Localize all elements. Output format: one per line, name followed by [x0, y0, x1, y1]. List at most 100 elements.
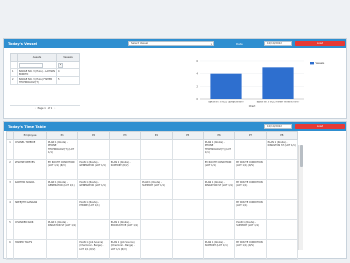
slot-cell[interactable]: PLAN 1 (Route) - PHONE TECHNOLOGY(T) (LO… — [202, 139, 236, 160]
slot-cell[interactable] — [265, 239, 299, 260]
date-label: Date — [236, 41, 243, 46]
table-row[interactable]: 2 BARGE NO. 3 (Hulu) FISHER TECHNOLOGY(T… — [10, 76, 80, 85]
slot-cell[interactable]: BY ROUTE CONDITION (LOT 1/1) — [234, 199, 267, 220]
slot-cell[interactable]: PLAN 1 (Route) - GENERATOR (LOT 1/1) — [45, 179, 79, 200]
vessel-select[interactable]: Select Vessel ▾ — [128, 41, 214, 46]
employee-name: SREEJITH GANGAN — [13, 199, 47, 220]
col-vessels[interactable]: Vessels — [56, 53, 80, 62]
load-button[interactable]: Load — [295, 41, 345, 46]
slot-cell[interactable] — [171, 159, 204, 180]
col-p7[interactable]: P7 — [234, 131, 267, 140]
slot-cell[interactable]: PLAN 1 (Route) - PHONE (LOT 1/1) — [77, 199, 110, 220]
row-number: 5 — [6, 219, 14, 240]
timetable-row[interactable]: 6 HAMED TAUFS PLAN 1 (Job Source) (Chemica… — [6, 239, 299, 260]
x-tick-label: BARGE NO. 3 (Hulu) FISHER TECHNOLOGY(T) — [257, 101, 300, 104]
vessel-panel: Today's Vessel Select Vessel ▾ Date 10/1… — [3, 38, 347, 119]
slot-cell[interactable]: BY ROUTE CONDITION (LOT 1/1) — [202, 159, 236, 180]
slot-cell[interactable] — [140, 199, 173, 220]
col-p8[interactable]: P8 — [265, 131, 299, 140]
slot-cell[interactable]: BY ROUTE CONDITION (LOT 1/1) — [234, 179, 267, 200]
slot-cell[interactable] — [265, 219, 299, 240]
slot-cell[interactable] — [202, 219, 236, 240]
timetable-row[interactable]: 1 CHANEL TIMEDIE PLAN 1 (Route) - PHONE TE… — [6, 139, 299, 160]
y-tick-label: 0 — [196, 97, 198, 101]
vertical-scrollbar[interactable] — [298, 145, 303, 250]
slot-cell[interactable] — [265, 159, 299, 180]
slot-cell[interactable] — [171, 179, 204, 200]
slot-cell[interactable]: PLAN 1 (Route) - GENERATOR (LOT 1/1) — [77, 159, 110, 180]
col-employee[interactable]: Employee — [13, 131, 47, 140]
assets-filter-input[interactable] — [19, 62, 43, 68]
slot-cell[interactable] — [265, 179, 299, 200]
col-num — [10, 53, 18, 62]
slot-cell[interactable]: PLAN 1 (Route) - SUPPORT (LOT 1/1) — [234, 219, 267, 240]
row-number: 2 — [6, 159, 14, 180]
slot-cell[interactable] — [265, 199, 299, 220]
slot-cell[interactable]: PLAN 1 (Route) - KINGSTON ST (LOT 1/1) — [202, 179, 236, 200]
slot-cell[interactable] — [171, 139, 204, 160]
col-p4[interactable]: P4 — [140, 131, 173, 140]
slot-cell[interactable]: PLAN 1 (Job Source) (Chemical - Barge) -… — [108, 239, 142, 260]
col-assets[interactable]: Assets — [17, 53, 57, 62]
slot-cell[interactable]: PLAN 1 (Route) - PRODUCTIVE (LOT 1/1) — [108, 219, 142, 240]
col-p3[interactable]: P3 — [108, 131, 142, 140]
slot-cell[interactable] — [171, 199, 204, 220]
date-value: 10/10/2022 — [267, 125, 282, 128]
col-p5[interactable]: P5 — [171, 131, 204, 140]
filter-row: ▾ — [10, 61, 80, 69]
slot-cell[interactable] — [171, 219, 204, 240]
load-button[interactable]: Load — [295, 124, 345, 129]
slot-cell[interactable]: PLAN 1 (Route) - KINGSTON ST (LOT 1/1) — [45, 219, 79, 240]
vessel-count: 5 — [56, 76, 80, 85]
slot-cell[interactable]: PLAN 1 (Job Source) (Chemical - Barge) -… — [77, 239, 110, 260]
x-tick-label: BARGE NO. 3 (Hulu) LAYMAN BONITO — [208, 101, 244, 104]
col-p1[interactable]: P1 — [45, 131, 79, 140]
date-input[interactable]: 10/10/2022 — [264, 124, 292, 129]
slot-cell[interactable] — [140, 139, 173, 160]
employee-name: ZHAYNE REEVES — [13, 159, 47, 180]
slot-cell[interactable] — [45, 199, 79, 220]
y-tick-label: 6 — [196, 59, 198, 63]
scrollbar-thumb[interactable] — [299, 145, 303, 167]
prev-page-icon[interactable]: ‹ — [35, 107, 36, 110]
slot-cell[interactable] — [140, 159, 173, 180]
row-number: 1 — [6, 139, 14, 160]
timetable-row[interactable]: 3 KARTHIK SOGRA PLAN 1 (Route) - GENERATOR… — [6, 179, 299, 200]
slot-cell[interactable]: BY ROUTE CONDITION (LOT 1/1) (R/V) — [45, 159, 79, 180]
slot-cell[interactable] — [140, 239, 173, 260]
slot-cell[interactable] — [45, 239, 79, 260]
slot-cell[interactable]: BY ROUTE CONDITION (LOT 1/1) (R/V) — [234, 239, 267, 260]
timetable-row[interactable]: 5 CHANDER NAIR PLAN 1 (Route) - KINGSTON S… — [6, 219, 299, 240]
filter-icon[interactable]: ▾ — [58, 62, 63, 68]
slot-cell[interactable] — [234, 139, 267, 160]
slot-cell[interactable] — [140, 219, 173, 240]
slot-cell[interactable] — [77, 219, 110, 240]
slot-cell[interactable]: BY ROUTE CONDITION (LOT 1/1) (R/V) — [234, 159, 267, 180]
slot-cell[interactable]: PLAN 1 (Route) - GENERATOR (LOT 1/1) — [77, 179, 110, 200]
slot-cell[interactable]: PLAN 1 (Route) - PHONE TECHNOLOGY(T) (LO… — [45, 139, 79, 160]
row-number: 1 — [10, 68, 18, 77]
legend-label: Vessels — [316, 62, 326, 65]
slot-cell[interactable]: PLAN 1 (Route) - SUPPORT (LOT 1/1) — [202, 239, 236, 260]
col-p2[interactable]: P2 — [77, 131, 110, 140]
slot-cell[interactable] — [202, 199, 236, 220]
col-p6[interactable]: P6 — [202, 131, 236, 140]
y-tick-label: 2 — [196, 84, 198, 88]
slot-cell[interactable] — [171, 239, 204, 260]
row-number: 4 — [6, 199, 14, 220]
slot-cell[interactable] — [108, 139, 142, 160]
slot-cell[interactable]: PLAN 1 (Route) - SUPPORT (R/V) — [108, 159, 142, 180]
slot-cell[interactable]: PLAN 1 (Route) - KINGSTON ST (LOT 1/1) — [265, 139, 299, 160]
timetable-row[interactable]: 4 SREEJITH GANGAN PLAN 1 (Route) - PHONE (… — [6, 199, 299, 220]
asset-name: BARGE NO. 3 (Hulu) FISHER TECHNOLOGY(T) — [17, 76, 57, 85]
table-row[interactable]: 1 BARGE NO. 3 (Hulu) - LAYMAN BONITO 4 — [10, 68, 80, 77]
slot-cell[interactable] — [77, 139, 110, 160]
y-tick-label: 4 — [196, 72, 198, 76]
slot-cell[interactable] — [108, 199, 142, 220]
slot-cell[interactable]: PLAN 1 (Route) - SUPPORT (LOT 1/1) — [140, 179, 173, 200]
timetable-row[interactable]: 2 ZHAYNE REEVES BY ROUTE CONDITION (LOT 1/… — [6, 159, 299, 180]
slot-cell[interactable] — [108, 179, 142, 200]
date-input[interactable]: 10/10/2022 — [264, 41, 292, 46]
x-axis-label: Chart — [249, 105, 256, 108]
next-page-icon[interactable]: › — [54, 107, 55, 110]
